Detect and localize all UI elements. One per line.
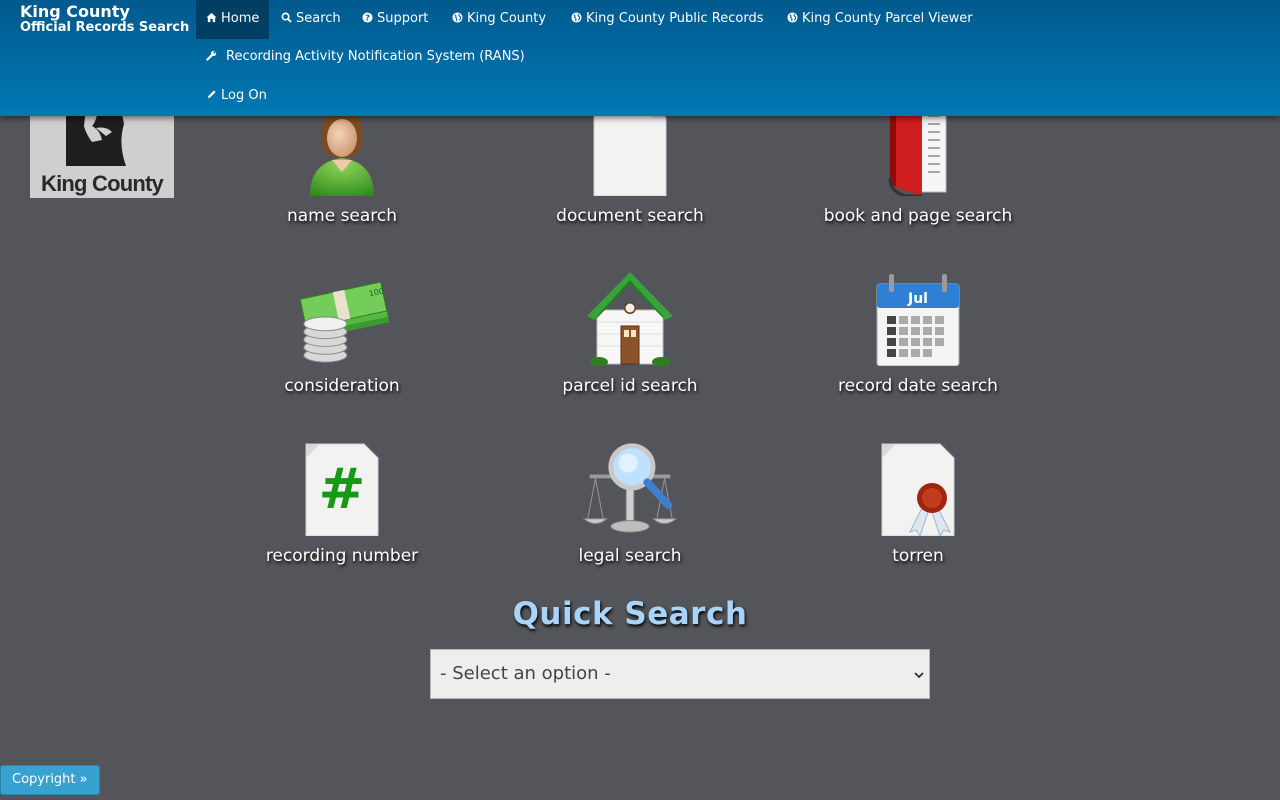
- tile-name-search[interactable]: name search: [212, 100, 472, 230]
- nav-rans[interactable]: Recording Activity Notification System (…: [196, 38, 535, 77]
- logo-text: King County: [41, 171, 164, 196]
- house-icon: [587, 272, 673, 366]
- nav-public-records[interactable]: King County Public Records: [561, 0, 774, 39]
- nav-rans-label: Recording Activity Notification System (…: [226, 49, 525, 64]
- nav-public-records-label: King County Public Records: [586, 11, 764, 26]
- tile-document-search[interactable]: document search: [500, 100, 760, 230]
- tile-record-date-search[interactable]: Jul record date search: [788, 270, 1048, 400]
- nav-search-label: Search: [296, 11, 341, 26]
- home-icon: [206, 12, 217, 23]
- nav-home[interactable]: Home: [196, 0, 270, 39]
- tile-consideration[interactable]: 100 consideration: [212, 270, 472, 400]
- chevron-down-icon: [914, 672, 924, 679]
- tile-recording-number-label: recording number: [265, 546, 419, 566]
- copyright-button[interactable]: Copyright »: [0, 765, 100, 795]
- money-icon: 100: [299, 281, 390, 363]
- search-icon: [281, 12, 292, 23]
- question-circle-icon: ?: [362, 12, 373, 23]
- tile-torren[interactable]: torren: [788, 440, 1048, 570]
- wrench-icon: [206, 50, 217, 61]
- hash-document-icon: #: [305, 443, 379, 536]
- nav-support-label: Support: [377, 11, 429, 26]
- tile-book-page-search-label: book and page search: [823, 206, 1013, 226]
- globe-icon: [452, 12, 463, 23]
- tile-legal-search[interactable]: legal search: [500, 440, 760, 570]
- quick-search-selected-value: - Select an option -: [440, 663, 611, 684]
- tile-parcel-id-search-label: parcel id search: [562, 376, 698, 396]
- nav-parcel-viewer[interactable]: King County Parcel Viewer: [777, 0, 983, 39]
- document-icon: [593, 103, 667, 196]
- nav-parcel-viewer-label: King County Parcel Viewer: [802, 11, 973, 26]
- sealed-document-icon: [881, 443, 955, 536]
- pencil-icon: [207, 90, 216, 99]
- nav-search[interactable]: Search: [271, 0, 351, 39]
- top-navbar: King County Official Records Search Home…: [0, 0, 1280, 116]
- svg-text:#: #: [319, 457, 366, 522]
- tile-record-date-search-label: record date search: [838, 376, 998, 396]
- nav-log-on[interactable]: Log On: [196, 77, 277, 116]
- tile-name-search-label: name search: [286, 206, 398, 226]
- nav-support[interactable]: ? Support: [352, 0, 438, 39]
- nav-king-county[interactable]: King County: [442, 0, 556, 39]
- globe-icon: [787, 12, 798, 23]
- site-brand[interactable]: King County Official Records Search: [20, 3, 189, 35]
- svg-text:?: ?: [365, 13, 370, 23]
- tile-parcel-id-search[interactable]: parcel id search: [500, 270, 760, 400]
- tile-document-search-label: document search: [556, 206, 704, 226]
- nav-king-county-label: King County: [467, 11, 547, 26]
- calendar-icon: Jul: [876, 274, 960, 366]
- tile-consideration-label: consideration: [284, 376, 400, 396]
- quick-search-select[interactable]: - Select an option -: [430, 649, 930, 699]
- tile-torren-label: torren: [892, 546, 944, 566]
- tile-recording-number[interactable]: # recording number: [212, 440, 472, 570]
- scales-magnifier-icon: [582, 443, 678, 533]
- brand-title: King County: [20, 2, 130, 21]
- book-icon: [888, 102, 947, 196]
- tile-book-page-search[interactable]: book and page search: [788, 100, 1048, 230]
- calendar-month-label: Jul: [907, 291, 928, 307]
- brand-subtitle: Official Records Search: [20, 20, 190, 35]
- person-icon: [310, 108, 374, 196]
- tile-legal-search-label: legal search: [578, 546, 682, 566]
- nav-home-label: Home: [221, 11, 260, 26]
- nav-log-on-label: Log On: [221, 88, 267, 103]
- globe-icon: [571, 12, 582, 23]
- quick-search-title: Quick Search: [512, 596, 748, 632]
